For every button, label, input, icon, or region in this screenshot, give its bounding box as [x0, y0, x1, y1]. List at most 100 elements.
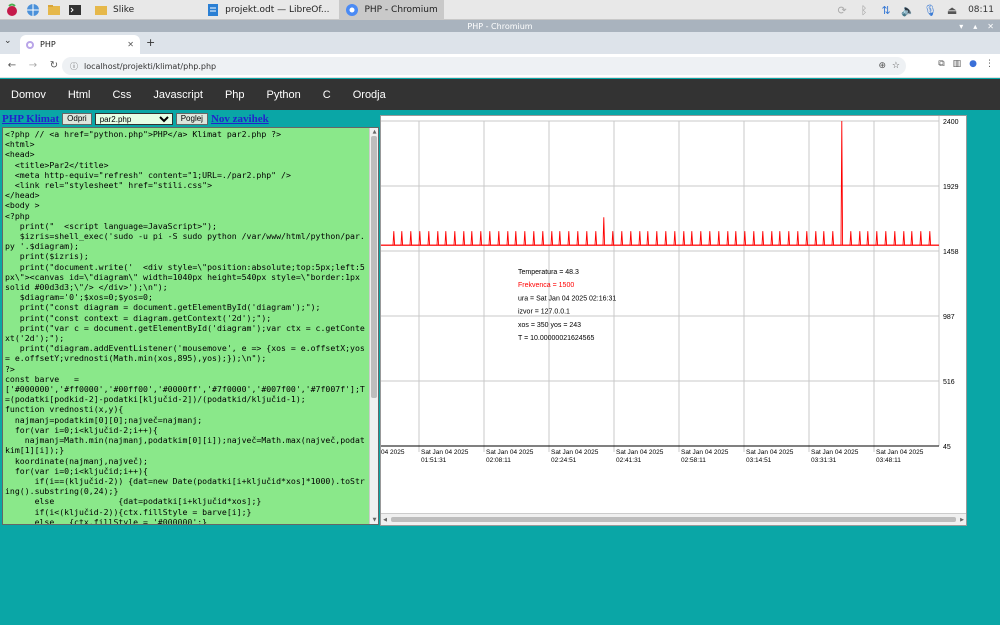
volume-icon[interactable]: 🔈 — [901, 4, 915, 17]
frequency-series-line — [381, 120, 939, 246]
browser-launcher-icon[interactable] — [24, 1, 42, 19]
terminal-launcher-icon[interactable] — [66, 1, 84, 19]
x-tick-label-time: 03:31:31 — [811, 457, 837, 464]
bookmark-star-icon[interactable]: ☆ — [892, 61, 900, 71]
tab-favicon-icon — [26, 40, 34, 49]
bluetooth-icon[interactable]: ᛒ — [858, 4, 870, 17]
raspberry-menu-icon[interactable] — [3, 1, 21, 19]
tab-close-icon[interactable]: ✕ — [127, 40, 134, 49]
editor-vertical-scrollbar[interactable]: ▲ ▼ — [369, 128, 378, 524]
code-text[interactable]: <?php // <a href="python.php">PHP</a> Kl… — [3, 128, 370, 524]
tooltip-line: izvor = 127.0.0.1 — [518, 309, 570, 316]
y-tick-label: 45 — [943, 444, 951, 451]
extensions-icon[interactable]: ⧉ — [938, 59, 944, 69]
nav-item-css[interactable]: Css — [112, 89, 131, 101]
x-tick-label: Sat Jan 04 2025 — [746, 449, 794, 456]
y-tick-label: 1929 — [943, 184, 959, 191]
maximize-icon[interactable]: ▴ — [973, 22, 977, 31]
nav-item-php[interactable]: Php — [225, 89, 245, 101]
profile-icon[interactable]: ● — [969, 59, 977, 69]
code-editor[interactable]: <?php // <a href="python.php">PHP</a> Kl… — [2, 127, 379, 525]
address-bar[interactable]: ⓘ localhost/projekti/klimat/php.php ⊕ ☆ — [62, 57, 906, 75]
scroll-left-icon[interactable]: ◀ — [381, 514, 389, 526]
window-title: PHP - Chromium — [467, 21, 533, 31]
network-icon[interactable]: ⇅ — [880, 4, 892, 17]
tooltip-line: xos = 350 yos = 243 — [518, 322, 581, 329]
tooltip-line: T = 10.00000021624565 — [518, 335, 594, 342]
frequency-chart[interactable]: 2400 1929 1458 987 516 45 04 2025 Sat Jan 04 20… — [381, 116, 966, 512]
updater-icon[interactable]: ⟳ — [836, 4, 848, 17]
x-tick-label: 04 2025 — [381, 449, 405, 456]
y-tick-label: 1458 — [943, 249, 959, 256]
forward-icon[interactable]: → — [24, 60, 42, 71]
taskbar: Slike projekt.odt — LibreOf... PHP - Chr… — [0, 0, 1000, 20]
nav-item-domov[interactable]: Domov — [11, 89, 46, 101]
menu-icon[interactable]: ⋮ — [985, 59, 994, 69]
x-tick-label: Sat Jan 04 2025 — [616, 449, 664, 456]
taskbar-window-files[interactable]: Slike — [88, 0, 140, 20]
file-select[interactable]: par2.php — [94, 113, 173, 125]
side-panel-icon[interactable]: ▥ — [953, 59, 962, 69]
editor-toolbar: PHP Klimat Odpri par2.php Poglej Nov zav… — [2, 112, 269, 126]
x-tick-label: Sat Jan 04 2025 — [421, 449, 469, 456]
brand-link[interactable]: PHP Klimat — [2, 113, 59, 125]
tab-php[interactable]: PHP ✕ — [20, 35, 140, 54]
page-content: PHP Klimat Odpri par2.php Poglej Nov zav… — [0, 110, 1000, 625]
x-tick-label: Sat Jan 04 2025 — [811, 449, 859, 456]
file-manager-launcher-icon[interactable] — [45, 1, 63, 19]
scroll-up-icon[interactable]: ▲ — [370, 128, 378, 136]
url-text: localhost/projekti/klimat/php.php — [84, 61, 217, 71]
open-button[interactable]: Odpri — [62, 113, 92, 125]
folder-icon — [94, 3, 108, 17]
scroll-right-icon[interactable]: ▶ — [958, 514, 966, 526]
scroll-thumb[interactable] — [371, 136, 377, 398]
reload-icon[interactable]: ↻ — [45, 60, 63, 71]
taskbar-window-writer[interactable]: projekt.odt — LibreOf... — [200, 0, 335, 20]
taskbar-window-chromium[interactable]: PHP - Chromium — [339, 0, 444, 20]
close-window-icon[interactable]: ✕ — [987, 22, 994, 31]
taskbar-window-label: PHP - Chromium — [364, 4, 438, 15]
nav-item-c[interactable]: C — [323, 89, 331, 101]
minimize-icon[interactable]: ▾ — [959, 22, 963, 31]
tooltip-line: Temperatura = 48.3 — [518, 269, 579, 276]
nav-item-html[interactable]: Html — [68, 89, 91, 101]
x-tick-label-time: 02:08:11 — [486, 457, 511, 464]
tab-title: PHP — [40, 40, 56, 49]
x-tick-label-time: 02:41:31 — [616, 457, 642, 464]
x-tick-label-time: 03:14:51 — [746, 457, 772, 464]
x-tick-label-time: 01:51:31 — [421, 457, 447, 464]
x-tick-label: Sat Jan 04 2025 — [681, 449, 729, 456]
nav-item-orodja[interactable]: Orodja — [353, 89, 386, 101]
site-nav: Domov Html Css Javascript Php Python C O… — [0, 79, 1000, 110]
view-button[interactable]: Poglej — [175, 113, 208, 125]
nav-item-javascript[interactable]: Javascript — [153, 89, 203, 101]
zoom-icon[interactable]: ⊕ — [878, 61, 886, 71]
y-tick-label: 987 — [943, 314, 955, 321]
x-tick-label-time: 02:58:11 — [681, 457, 706, 464]
x-tick-label: Sat Jan 04 2025 — [876, 449, 924, 456]
new-tab-link[interactable]: Nov zavihek — [211, 113, 269, 125]
eject-icon[interactable]: ⏏ — [946, 4, 958, 17]
microphone-icon[interactable]: 🎙 — [923, 4, 937, 17]
system-tray: ⟳ ᛒ ⇅ 🔈 🎙 ⏏ 08:11 — [836, 0, 994, 20]
browser-toolbar: ← → ↻ ⓘ localhost/projekti/klimat/php.ph… — [0, 54, 1000, 78]
window-titlebar: PHP - Chromium ▾ ▴ ✕ — [0, 20, 1000, 32]
x-tick-label: Sat Jan 04 2025 — [551, 449, 599, 456]
scroll-thumb[interactable] — [391, 517, 956, 522]
y-tick-label: 2400 — [943, 119, 959, 126]
back-icon[interactable]: ← — [3, 60, 21, 71]
tooltip-line: ura = Sat Jan 04 2025 02:16:31 — [518, 295, 616, 302]
libreoffice-writer-icon — [206, 3, 220, 17]
x-tick-label-time: 02:24:51 — [551, 457, 577, 464]
clock[interactable]: 08:11 — [968, 5, 994, 15]
site-info-icon[interactable]: ⓘ — [70, 61, 78, 72]
chromium-icon — [345, 3, 359, 17]
scroll-down-icon[interactable]: ▼ — [370, 516, 378, 524]
tab-search-icon[interactable]: ⌄ — [4, 36, 16, 48]
taskbar-window-label: Slike — [113, 4, 135, 15]
tab-strip: ⌄ PHP ✕ + — [0, 32, 1000, 54]
new-tab-icon[interactable]: + — [146, 36, 155, 49]
chart-horizontal-scrollbar[interactable]: ◀ ▶ — [381, 513, 966, 525]
y-tick-label: 516 — [943, 379, 955, 386]
nav-item-python[interactable]: Python — [267, 89, 301, 101]
